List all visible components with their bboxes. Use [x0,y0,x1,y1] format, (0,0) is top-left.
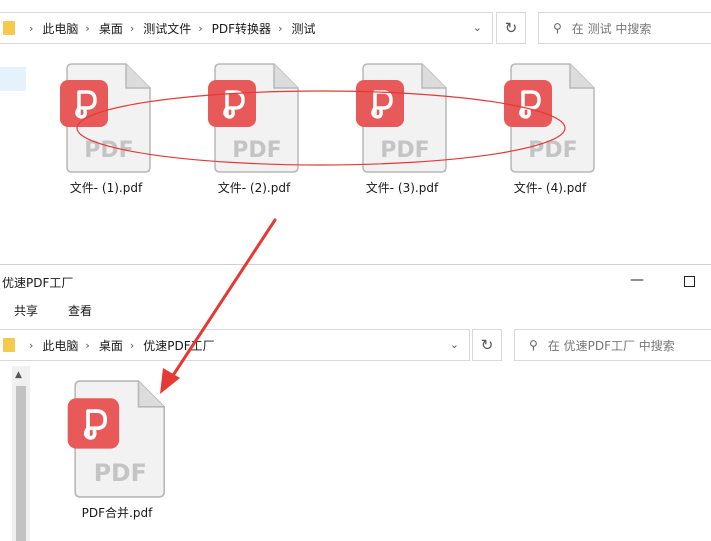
chevron-right-icon: › [129,338,135,352]
breadcrumb-desktop[interactable]: 桌面 [99,20,123,37]
breadcrumb-desktop[interactable]: 桌面 [99,337,123,354]
tab-view[interactable]: 查看 [68,302,92,319]
breadcrumb-this-pc[interactable]: 此电脑 [42,337,78,354]
window-title: 优速PDF工厂 [2,276,74,290]
vertical-scrollbar[interactable]: ▲ [12,366,30,541]
top-search-input[interactable]: ⚲ 在 测试 中搜索 [538,12,711,44]
pdf-file-icon: PDF [208,63,299,173]
chevron-right-icon: › [198,21,203,35]
chevron-right-icon: › [29,338,34,352]
pdf-icon-text: PDF [94,459,147,487]
chevron-right-icon: › [129,21,135,35]
tab-share[interactable]: 共享 [14,302,38,319]
search-placeholder: 在 优速PDF工厂 中搜索 [547,338,675,353]
file-item[interactable]: PDF 文件- (4).pdf [485,63,615,196]
breadcrumb-pdf-converter[interactable]: PDF转换器 [212,20,271,37]
bottom-explorer-window: 优速PDF工厂 — 共享 查看 › 此电脑 › 桌面 › 优速PDF工厂 ⌄ ↻… [0,264,711,541]
pdf-icon-text: PDF [84,138,133,163]
ribbon-tabs: 共享 查看 [0,297,711,323]
pdf-file-icon: PDF [356,63,447,173]
pdf-icon-text: PDF [380,138,429,163]
top-address-bar[interactable]: › 此电脑 › 桌面 › 测试文件 › PDF转换器 › 测试 ⌄ [0,12,493,44]
nav-selected-item[interactable] [0,67,26,91]
search-icon: ⚲ [529,338,538,352]
bottom-search-input[interactable]: ⚲ 在 优速PDF工厂 中搜索 [514,329,711,361]
title-bar[interactable]: 优速PDF工厂 — [0,265,711,297]
top-explorer-window: › 此电脑 › 桌面 › 测试文件 › PDF转换器 › 测试 ⌄ ↻ ⚲ 在 … [0,0,711,264]
maximize-icon[interactable] [684,276,695,287]
file-item[interactable]: PDF 文件- (1).pdf [41,63,171,196]
file-name: 文件- (4).pdf [513,181,587,195]
pdf-file-icon: PDF [67,380,166,498]
bottom-address-bar[interactable]: › 此电脑 › 桌面 › 优速PDF工厂 ⌄ [0,329,470,361]
refresh-icon: ↻ [504,19,518,37]
bottom-address-row: › 此电脑 › 桌面 › 优速PDF工厂 ⌄ ↻ ⚲ 在 优速PDF工厂 中搜索 [0,329,711,361]
breadcrumb-factory[interactable]: 优速PDF工厂 [143,337,214,354]
scroll-up-arrow-icon[interactable]: ▲ [15,370,22,380]
chevron-right-icon: › [29,21,34,35]
file-item[interactable]: PDF PDF合并.pdf [52,380,182,521]
refresh-button[interactable]: ↻ [472,329,502,361]
refresh-icon: ↻ [480,336,494,354]
scroll-thumb[interactable] [16,386,26,541]
file-name: 文件- (2).pdf [217,181,291,195]
breadcrumb-test[interactable]: 测试 [291,20,315,37]
folder-icon [3,21,15,35]
pdf-file-icon: PDF [60,63,151,173]
chevron-right-icon: › [85,338,90,352]
breadcrumb-test-files[interactable]: 测试文件 [143,20,191,37]
pdf-icon-text: PDF [232,138,281,163]
file-item[interactable]: PDF 文件- (3).pdf [337,63,467,196]
chevron-down-icon[interactable]: ⌄ [450,338,459,351]
file-item[interactable]: PDF 文件- (2).pdf [189,63,319,196]
file-name: PDF合并.pdf [81,506,153,520]
folder-icon [3,338,15,352]
breadcrumb-this-pc[interactable]: 此电脑 [42,20,78,37]
pdf-icon-text: PDF [528,138,577,163]
top-address-row: › 此电脑 › 桌面 › 测试文件 › PDF转换器 › 测试 ⌄ ↻ ⚲ 在 … [0,12,711,44]
file-name: 文件- (3).pdf [365,181,439,195]
search-placeholder: 在 测试 中搜索 [571,21,652,36]
chevron-down-icon[interactable]: ⌄ [473,21,482,34]
chevron-right-icon: › [278,21,283,35]
minimize-icon[interactable]: — [630,272,644,288]
file-name: 文件- (1).pdf [69,181,143,195]
refresh-button[interactable]: ↻ [496,12,526,44]
search-icon: ⚲ [553,21,562,35]
pdf-file-icon: PDF [504,63,595,173]
chevron-right-icon: › [85,21,90,35]
navigation-pane [0,46,28,264]
